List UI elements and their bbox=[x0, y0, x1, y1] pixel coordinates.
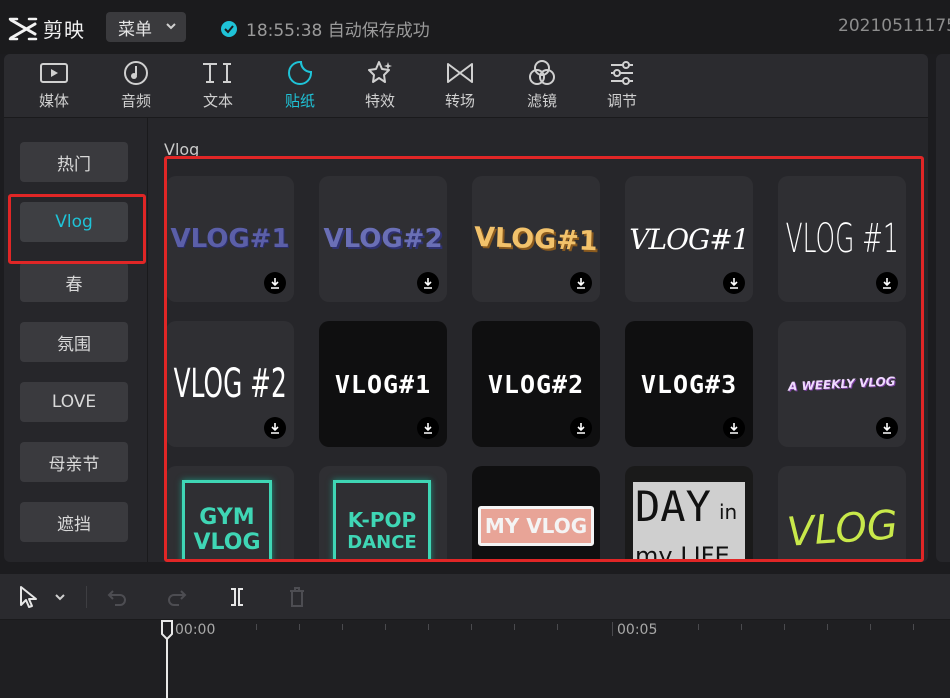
sticker-grid-highlight-box bbox=[164, 156, 924, 562]
ruler-tick bbox=[385, 624, 386, 630]
tab-sticker-label: 贴纸 bbox=[284, 92, 315, 110]
check-circle-icon bbox=[221, 20, 237, 37]
ruler-tick bbox=[299, 624, 300, 630]
split-button[interactable] bbox=[224, 584, 250, 610]
toolbar-divider bbox=[86, 586, 87, 608]
category-cover[interactable]: 遮挡 bbox=[20, 502, 128, 542]
ruler-label-start: 00:00 bbox=[175, 622, 216, 638]
category-mothers-day[interactable]: 母亲节 bbox=[20, 442, 128, 482]
tab-filter[interactable]: 滤镜 bbox=[510, 58, 574, 116]
tab-media-label: 媒体 bbox=[38, 92, 69, 110]
ruler-tick bbox=[698, 624, 699, 630]
title-bar: 剪映 菜单 18:55:38 自动保存成功 20210511175 bbox=[0, 0, 950, 54]
tab-adjust-label: 调节 bbox=[606, 92, 637, 110]
media-icon bbox=[40, 63, 68, 83]
category-hot[interactable]: 热门 bbox=[20, 142, 128, 182]
ruler-tick bbox=[428, 624, 429, 630]
tab-sticker[interactable]: 贴纸 bbox=[268, 58, 332, 116]
playhead-handle-icon[interactable] bbox=[160, 620, 174, 640]
media-panel: 媒体 音频 文本 贴纸 特效 转场 滤镜 调节 热门 Vlog 春 氛围 LOV… bbox=[4, 54, 928, 562]
ruler-label-mark: 00:05 bbox=[617, 622, 658, 638]
category-sidebar: 热门 Vlog 春 氛围 LOVE 母亲节 遮挡 bbox=[4, 118, 148, 562]
tab-transition[interactable]: 转场 bbox=[428, 58, 492, 116]
delete-button[interactable] bbox=[284, 584, 310, 610]
ruler-tick bbox=[913, 624, 914, 630]
ruler-tick bbox=[784, 624, 785, 630]
ruler-tick bbox=[256, 624, 257, 630]
ruler-tick bbox=[827, 624, 828, 630]
category-highlight-box bbox=[8, 194, 146, 264]
undo-button[interactable] bbox=[104, 584, 130, 610]
app-name: 剪映 bbox=[43, 18, 85, 42]
select-mode-dropdown[interactable] bbox=[50, 584, 70, 610]
tab-media[interactable]: 媒体 bbox=[22, 58, 86, 116]
ruler-tick bbox=[514, 624, 515, 630]
ruler-tick bbox=[612, 622, 613, 636]
tab-audio[interactable]: 音频 bbox=[104, 58, 168, 116]
audio-icon bbox=[124, 61, 148, 85]
capcut-logo-icon bbox=[8, 17, 38, 40]
chevron-down-icon bbox=[55, 594, 65, 601]
tab-effects[interactable]: 特效 bbox=[348, 58, 412, 116]
tab-filter-label: 滤镜 bbox=[526, 92, 557, 110]
split-icon bbox=[231, 588, 243, 606]
tab-audio-label: 音频 bbox=[120, 92, 151, 110]
tab-text-label: 文本 bbox=[202, 92, 233, 110]
timeline-area[interactable]: 00:00 00:05 bbox=[0, 620, 950, 698]
select-tool-button[interactable] bbox=[14, 584, 42, 610]
timeline-toolbar bbox=[0, 574, 950, 620]
ruler-tick bbox=[870, 624, 871, 630]
side-panel-edge bbox=[936, 54, 950, 562]
redo-button[interactable] bbox=[164, 584, 190, 610]
transition-icon bbox=[447, 63, 473, 83]
ruler-tick bbox=[471, 624, 472, 630]
autosave-text: 18:55:38 自动保存成功 bbox=[246, 21, 430, 41]
undo-icon bbox=[107, 590, 126, 606]
category-love[interactable]: LOVE bbox=[20, 382, 128, 422]
chevron-down-icon bbox=[166, 23, 176, 30]
menu-button[interactable]: 菜单 bbox=[106, 12, 186, 42]
cursor-arrow-icon bbox=[20, 586, 37, 608]
asset-toolbar: 媒体 音频 文本 贴纸 特效 转场 滤镜 调节 bbox=[4, 54, 928, 118]
app-logo: 剪映 bbox=[8, 14, 85, 43]
category-spring[interactable]: 春 bbox=[20, 262, 128, 302]
project-name: 20210511175 bbox=[838, 16, 950, 36]
trash-icon bbox=[290, 587, 304, 607]
adjust-icon bbox=[611, 61, 633, 85]
text-icon bbox=[203, 63, 231, 83]
tab-text[interactable]: 文本 bbox=[186, 58, 250, 116]
tab-effects-label: 特效 bbox=[364, 92, 395, 110]
autosave-status: 18:55:38 自动保存成功 bbox=[220, 16, 430, 41]
redo-icon bbox=[168, 590, 187, 606]
effects-icon bbox=[368, 61, 392, 83]
menu-button-label: 菜单 bbox=[118, 19, 152, 40]
ruler-tick bbox=[741, 624, 742, 630]
tab-transition-label: 转场 bbox=[444, 92, 475, 110]
filter-icon bbox=[529, 60, 555, 85]
sticker-icon bbox=[288, 61, 312, 85]
ruler-tick bbox=[557, 624, 558, 630]
tab-adjust[interactable]: 调节 bbox=[590, 58, 654, 116]
ruler-tick bbox=[342, 624, 343, 630]
category-atmosphere[interactable]: 氛围 bbox=[20, 322, 128, 362]
